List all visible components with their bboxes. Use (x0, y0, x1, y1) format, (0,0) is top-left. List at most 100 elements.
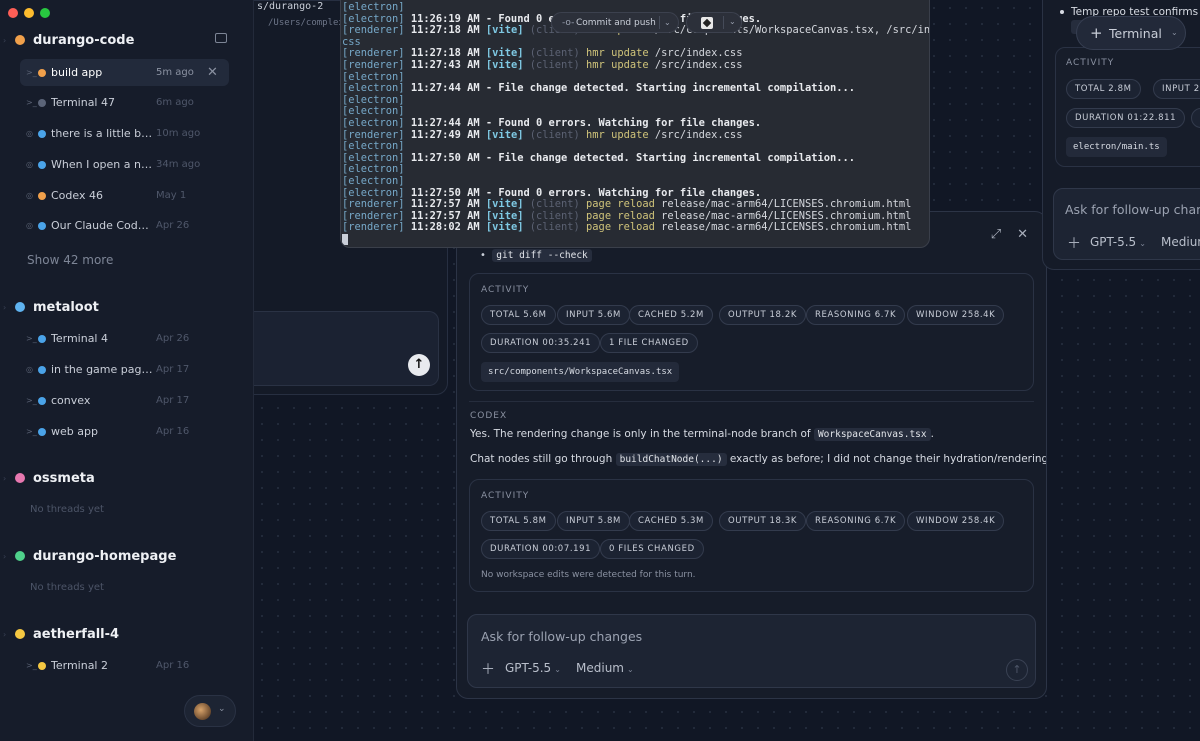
activity-chip: INPUT 2.7M (1153, 79, 1200, 99)
send-button[interactable]: ↑ (408, 354, 430, 376)
thread-item[interactable]: >_ Terminal 47 6m ago (20, 89, 229, 116)
chat-icon: ◎ (26, 365, 33, 374)
effort-selector[interactable]: Medium ⌄ (576, 661, 634, 675)
close-window-button[interactable] (8, 8, 18, 18)
chevron-down-icon[interactable]: ⌄ (664, 18, 671, 27)
thread-item[interactable]: >_ build app 5m ago ✕ (20, 59, 229, 86)
thread-time: 34m ago (156, 159, 201, 170)
project-0[interactable]: › durango-code (0, 28, 254, 52)
file-chip[interactable]: src/components/WorkspaceCanvas.tsx (481, 362, 680, 382)
thread-name: web app (51, 425, 98, 438)
thread-item[interactable]: ◎ Our Claude Code ch...Apr 26 (20, 212, 229, 239)
thread-item[interactable]: >_ convex Apr 17 (20, 387, 229, 414)
activity-title: ACTIVITY (481, 285, 530, 295)
followup-input[interactable]: Ask for follow-up change ＋ GPT-5.5⌄ Medi… (1053, 188, 1200, 260)
thread-item[interactable]: ◎ there is a little bug ...10m ago (20, 120, 229, 147)
activity-chip: CACHED 5.2M (629, 305, 713, 325)
thread-status-dot (38, 334, 46, 343)
thread-item[interactable]: ◎ Codex 46 May 1 (20, 182, 229, 209)
plus-icon: + (1090, 24, 1103, 42)
project-4[interactable]: › aetherfall-4 (0, 622, 254, 646)
terminal-icon: >_ (26, 661, 37, 670)
activity-chip: CACHED 5.3M (629, 511, 713, 531)
activity-chip: OUTPUT 18.2K (719, 305, 807, 325)
thread-item[interactable]: >_ Terminal 4 Apr 26 (20, 325, 229, 352)
activity-box: ACTIVITY TOTAL 2.8M INPUT 2.7M DURATION … (1055, 47, 1200, 167)
terminal-output[interactable]: [electron] [electron] 11:26:19 AM - Found… (342, 1, 929, 246)
top-code-line: • git diff --check (480, 249, 592, 262)
activity-title: ACTIVITY (1066, 58, 1115, 68)
thread-status-dot (38, 221, 46, 230)
editor-icon (701, 17, 713, 29)
thread-item[interactable]: >_ web app Apr 16 (20, 418, 229, 445)
divider (469, 401, 1034, 402)
show-more-button[interactable]: Show 42 more (27, 253, 113, 267)
minimize-window-button[interactable] (24, 8, 34, 18)
terminal-icon: >_ (26, 396, 37, 405)
project-1[interactable]: › metaloot (0, 295, 254, 319)
thread-status-dot (38, 129, 46, 138)
plus-icon[interactable]: ＋ (481, 659, 495, 679)
thread-status-dot (38, 661, 46, 670)
open-in-editor-button[interactable]: ⌄ (686, 12, 742, 33)
model-selector[interactable]: GPT-5.5 ⌄ (1090, 235, 1146, 249)
thread-name: When I open a ne... (51, 158, 155, 171)
thread-name: Our Claude Code ch... (51, 219, 155, 232)
project-color-dot (15, 551, 25, 561)
project-color-dot (15, 302, 25, 312)
activity-chip: INPUT 5.8M (557, 511, 630, 531)
terminal-icon: >_ (26, 427, 37, 436)
thread-name: Terminal 2 (51, 659, 108, 672)
followup-placeholder[interactable]: Ask for follow-up changes (481, 629, 642, 644)
zoom-window-button[interactable] (40, 8, 50, 18)
activity-title: ACTIVITY (481, 491, 530, 501)
thread-status-dot (38, 396, 46, 405)
plus-icon[interactable]: ＋ (1067, 233, 1081, 253)
terminal-line: [electron] 11:27:44 AM - File change det… (342, 82, 855, 95)
inline-code: buildChatNode(...) (615, 453, 727, 466)
file-chip[interactable]: electron/main.ts (1066, 137, 1167, 157)
chevron-down-icon[interactable]: ⌄ (729, 17, 736, 26)
left-panel-input[interactable]: ↑ (254, 311, 439, 386)
new-terminal-button[interactable]: + Terminal ⌄ (1076, 16, 1186, 50)
project-color-dot (15, 473, 25, 483)
sidebar: › durango-code >_ build app 5m ago ✕ >_ Termina… (0, 0, 254, 741)
expand-icon[interactable]: ⤢ (991, 227, 1001, 242)
terminal-line: [electron] (342, 163, 405, 176)
activity-chip: 0 FILES CHANGED (600, 539, 704, 559)
thread-time: 10m ago (156, 128, 201, 139)
project-name: durango-homepage (33, 548, 177, 564)
followup-placeholder[interactable]: Ask for follow-up change (1065, 202, 1200, 217)
commit-push-button[interactable]: -o- Commit and push ⌄ (551, 12, 679, 33)
send-button[interactable]: ↑ (1006, 659, 1028, 681)
chat-icon: ◎ (26, 160, 33, 169)
empty-threads-label: No threads yet (30, 582, 104, 593)
close-icon[interactable]: ✕ (207, 65, 218, 80)
empty-threads-label: No threads yet (30, 504, 104, 515)
followup-input[interactable]: Ask for follow-up changes ＋ GPT-5.5 ⌄ Med… (467, 614, 1036, 688)
thread-time: Apr 26 (156, 333, 190, 344)
effort-selector[interactable]: Medium (1161, 235, 1200, 249)
project-name: metaloot (33, 299, 99, 315)
inline-code: WorkspaceCanvas.tsx (813, 428, 931, 441)
thread-name: Terminal 47 (51, 96, 115, 109)
thread-time: Apr 17 (156, 395, 190, 406)
project-3[interactable]: › durango-homepage (0, 544, 254, 568)
project-2[interactable]: › ossmeta (0, 466, 254, 490)
account-menu-button[interactable]: ⌄ (184, 695, 236, 727)
close-icon[interactable]: ✕ (1017, 227, 1028, 242)
model-selector[interactable]: GPT-5.5 ⌄ (505, 661, 561, 675)
thread-item[interactable]: ◎ in the game page, if ...Apr 17 (20, 356, 229, 383)
thread-name: Terminal 4 (51, 332, 108, 345)
thread-item[interactable]: >_ Terminal 2 Apr 16 (20, 652, 229, 679)
thread-status-dot (38, 68, 46, 77)
thread-item[interactable]: ◎ When I open a ne... 34m ago (20, 151, 229, 178)
activity-chip: WINDOW 258.4K (907, 511, 1005, 531)
project-color-dot (15, 629, 25, 639)
folder-icon[interactable] (215, 33, 227, 43)
inline-code: git diff --check (492, 249, 592, 262)
window-controls (8, 8, 50, 18)
thread-time: Apr 16 (156, 660, 190, 671)
thread-status-dot (38, 427, 46, 436)
terminal-window[interactable]: [electron] [electron] 11:26:19 AM - Found… (340, 0, 930, 248)
